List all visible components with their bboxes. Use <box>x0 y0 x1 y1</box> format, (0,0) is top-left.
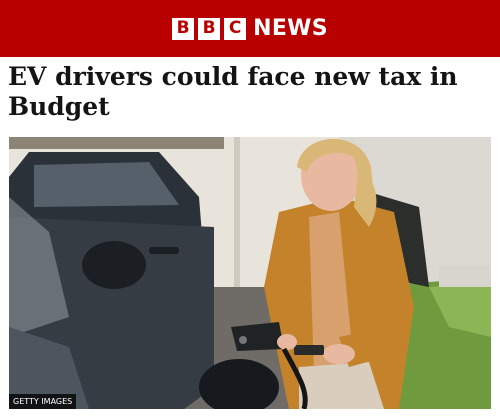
site-header: B B C NEWS <box>0 0 500 57</box>
bottom-strip <box>0 409 500 418</box>
logo-letter-c: C <box>224 17 247 40</box>
article-headline: EV drivers could face new tax in Budget <box>8 62 458 121</box>
photo-illustration <box>9 137 491 409</box>
image-credit: GETTY IMAGES <box>9 394 77 409</box>
article-photo <box>9 137 491 409</box>
logo-letter-b2: B <box>198 17 221 40</box>
logo-news-word: NEWS <box>253 16 328 41</box>
bbc-news-logo[interactable]: B B C NEWS <box>172 16 328 41</box>
logo-letter-b1: B <box>172 17 195 40</box>
